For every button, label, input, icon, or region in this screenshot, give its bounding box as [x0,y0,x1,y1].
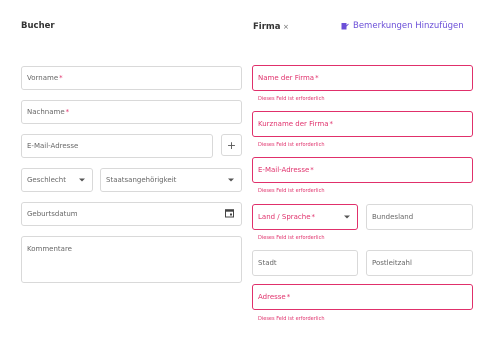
lastname-label: Nachname [27,108,65,116]
bucher-heading: Bucher [21,21,55,31]
gender-label: Geschlecht [27,176,66,184]
gender-chevron-down-icon [79,178,85,182]
company-email-error: Dieses Feld ist erforderlich [258,188,325,194]
company-shortname-required-mark: * [329,120,334,128]
comments-label: Kommentare [27,245,72,253]
firstname-field[interactable]: Vorname * [21,66,242,90]
birthdate-label: Geburtsdatum [27,210,78,218]
add-notes-label: Bemerkungen Hinzufügen [353,21,464,31]
company-name-label: Name der Firma [258,74,315,82]
company-name-error: Dieses Feld ist erforderlich [258,96,325,102]
firma-heading: Firma [253,22,281,32]
country-language-label: Land / Sprache [258,213,311,221]
remove-company-close-icon[interactable]: × [283,23,289,31]
firstname-label: Vorname [27,74,59,82]
country-language-select[interactable]: Land / Sprache * [252,204,358,230]
company-shortname-field[interactable]: Kurzname der Firma * [252,111,473,137]
calendar-icon[interactable] [225,209,234,220]
nationality-label: Staatsangehörigkeit [106,176,177,184]
company-email-field[interactable]: E-Mail-Adresse * [252,157,473,183]
booker-email-label: E-Mail-Adresse [27,142,79,150]
address-field[interactable]: Adresse * [252,284,473,310]
country-language-chevron-down-icon [344,215,350,219]
add-notes-button[interactable]: Bemerkungen Hinzufügen [341,21,464,31]
zip-field[interactable]: Postleitzahl [366,250,473,276]
city-field[interactable]: Stadt [252,250,358,276]
company-email-required-mark: * [310,166,314,174]
note-edit-icon [341,22,349,30]
gender-select[interactable]: Geschlecht [21,168,93,192]
state-field[interactable]: Bundesland [366,204,473,230]
comments-textarea[interactable]: Kommentare [21,236,242,283]
nationality-select[interactable]: Staatsangehörigkeit [100,168,242,192]
zip-label: Postleitzahl [372,259,412,267]
city-label: Stadt [258,259,277,267]
lastname-field[interactable]: Nachname * [21,100,242,124]
company-shortname-label: Kurzname der Firma [258,120,329,128]
state-label: Bundesland [372,213,414,221]
company-shortname-error: Dieses Feld ist erforderlich [258,142,325,148]
country-language-error: Dieses Feld ist erforderlich [258,235,325,241]
company-name-field[interactable]: Name der Firma * [252,65,473,91]
address-label: Adresse [258,293,286,301]
birthdate-field[interactable]: Geburtsdatum [21,202,242,226]
address-required-mark: * [286,293,291,301]
lastname-required-mark: * [65,108,70,116]
nationality-chevron-down-icon [228,178,234,182]
add-email-button[interactable]: + [221,134,242,156]
company-email-label: E-Mail-Adresse [258,166,310,174]
firstname-required-mark: * [59,74,63,82]
address-error: Dieses Feld ist erforderlich [258,316,325,322]
booker-email-field[interactable]: E-Mail-Adresse [21,134,213,158]
country-language-required-mark: * [311,213,316,221]
company-name-required-mark: * [315,74,319,82]
